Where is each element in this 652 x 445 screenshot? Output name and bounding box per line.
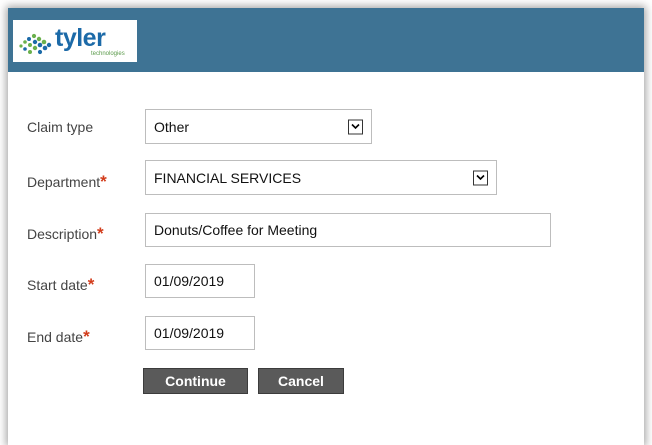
description-input[interactable]: Donuts/Coffee for Meeting xyxy=(145,213,551,247)
start-date-input[interactable]: 01/09/2019 xyxy=(145,264,255,298)
claim-type-value: Other xyxy=(154,118,190,135)
claim-type-select[interactable]: Other xyxy=(145,109,372,144)
logo-subtext: technologies xyxy=(91,51,125,57)
tyler-logo: tyler technologies xyxy=(13,20,137,62)
required-marker: * xyxy=(87,275,95,294)
claim-dialog: tyler technologies Claim type Other Depa… xyxy=(8,8,644,445)
required-marker: * xyxy=(83,327,90,346)
department-label: Department* xyxy=(27,172,107,191)
continue-button[interactable]: Continue xyxy=(143,368,248,394)
start-date-value: 01/09/2019 xyxy=(154,273,225,289)
tyler-logo-dots-icon xyxy=(19,33,52,55)
department-value: FINANCIAL SERVICES xyxy=(154,169,302,186)
end-date-input[interactable]: 01/09/2019 xyxy=(145,316,255,350)
logo-text: tyler xyxy=(55,24,106,52)
end-date-label: End date* xyxy=(27,327,90,346)
required-marker: * xyxy=(97,224,104,243)
end-date-value: 01/09/2019 xyxy=(154,325,225,341)
chevron-down-icon[interactable] xyxy=(348,119,363,134)
department-select[interactable]: FINANCIAL SERVICES xyxy=(145,160,497,195)
description-value: Donuts/Coffee for Meeting xyxy=(154,222,318,238)
cancel-button[interactable]: Cancel xyxy=(258,368,344,394)
chevron-down-icon[interactable] xyxy=(473,170,488,185)
claim-type-label: Claim type xyxy=(27,119,94,135)
start-date-label: Start date* xyxy=(27,275,95,294)
required-marker: * xyxy=(100,172,107,191)
app-header: tyler technologies xyxy=(8,8,644,72)
description-label: Description* xyxy=(27,224,104,243)
